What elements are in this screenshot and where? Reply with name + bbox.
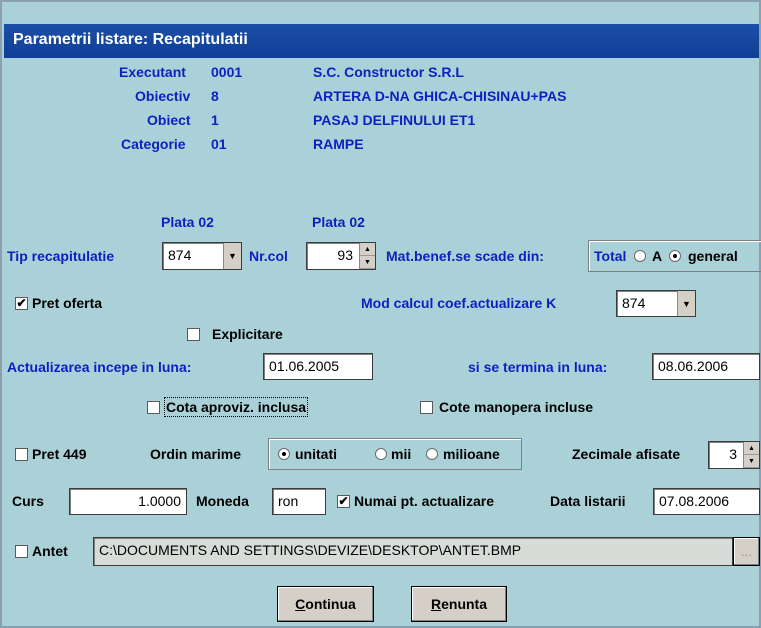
- moneda-value: ron: [278, 493, 299, 509]
- plata-right: Plata 02: [312, 214, 365, 230]
- radio-general[interactable]: [669, 250, 681, 262]
- executant-code: 0001: [211, 64, 243, 80]
- zecimale-value: 3: [729, 446, 737, 462]
- numai-actualizare-checkbox[interactable]: ✔: [337, 495, 350, 508]
- categorie-label: Categorie: [121, 136, 186, 152]
- antet-label: Antet: [32, 543, 68, 559]
- cota-aproviz-checkbox[interactable]: [147, 401, 160, 414]
- actualizare-termina-value: 08.06.2006: [658, 358, 729, 374]
- data-listarii-value: 07.08.2006: [659, 493, 730, 509]
- executant-label: Executant: [119, 64, 186, 80]
- obiect-label: Obiect: [147, 112, 191, 128]
- plata-left: Plata 02: [161, 214, 214, 230]
- mat-benef-label: Mat.benef.se scade din:: [386, 248, 544, 264]
- categorie-code: 01: [211, 136, 227, 152]
- browse-button[interactable]: ...: [733, 537, 760, 566]
- renunta-rest: enunta: [441, 596, 487, 612]
- actualizare-incepe-value: 01.06.2005: [269, 358, 340, 374]
- tip-recapitulatie-select[interactable]: 874 ▼: [162, 242, 242, 270]
- nr-col-value: 93: [337, 247, 353, 263]
- actualizare-termina-label: si se termina in luna:: [468, 359, 608, 375]
- explicitare-label: Explicitare: [212, 326, 283, 342]
- browse-label: ...: [740, 543, 753, 559]
- moneda-label: Moneda: [196, 493, 249, 509]
- curs-input[interactable]: 1.0000: [69, 488, 187, 515]
- radio-unitati-label: unitati: [295, 446, 337, 462]
- cote-manopera-checkbox[interactable]: [420, 401, 433, 414]
- cote-manopera-label: Cote manopera incluse: [439, 399, 594, 415]
- pret-oferta-label: Pret oferta: [32, 295, 103, 311]
- mod-calcul-value: 874: [622, 295, 646, 311]
- triangle-up-icon[interactable]: ▲: [360, 243, 375, 256]
- curs-label: Curs: [12, 493, 44, 509]
- zecimale-spin-buttons[interactable]: ▲ ▼: [743, 442, 759, 468]
- executant-value: S.C. Constructor S.R.L: [313, 64, 464, 80]
- mod-calcul-label: Mod calcul coef.actualizare K: [361, 295, 557, 311]
- data-listarii-input[interactable]: 07.08.2006: [653, 488, 760, 515]
- zecimale-spinner[interactable]: 3 ▲ ▼: [708, 441, 760, 469]
- obiect-value: PASAJ DELFINULUI ET1: [313, 112, 476, 128]
- renunta-accel: R: [430, 596, 442, 612]
- window-title: Parametrii listare: Recapitulatii: [13, 31, 248, 48]
- nr-col-spinner[interactable]: 93 ▲ ▼: [306, 242, 376, 270]
- radio-mii[interactable]: [375, 448, 387, 460]
- radio-milioane[interactable]: [426, 448, 438, 460]
- chevron-down-icon[interactable]: ▼: [677, 291, 695, 316]
- obiectiv-code: 8: [211, 88, 219, 104]
- chevron-down-icon[interactable]: ▼: [223, 243, 241, 269]
- obiect-code: 1: [211, 112, 219, 128]
- actualizare-incepe-label: Actualizarea incepe in luna:: [7, 359, 192, 375]
- title-bar: Parametrii listare: Recapitulatii: [4, 24, 759, 58]
- antet-path-value: C:\DOCUMENTS AND SETTINGS\DEVIZE\DESKTOP…: [99, 542, 522, 558]
- triangle-up-icon[interactable]: ▲: [744, 442, 759, 455]
- radio-mii-label: mii: [391, 446, 412, 462]
- radio-a[interactable]: [634, 250, 646, 262]
- numai-actualizare-label: Numai pt. actualizare: [354, 493, 495, 509]
- categorie-value: RAMPE: [313, 136, 364, 152]
- mat-benef-group-label: Total: [594, 248, 627, 264]
- actualizare-termina-input[interactable]: 08.06.2006: [652, 353, 760, 380]
- moneda-input[interactable]: ron: [272, 488, 326, 515]
- antet-checkbox[interactable]: [15, 545, 28, 558]
- pret449-label: Pret 449: [32, 446, 87, 462]
- tip-recapitulatie-label: Tip recapitulatie: [7, 248, 115, 264]
- obiectiv-label: Obiectiv: [135, 88, 191, 104]
- nr-col-label: Nr.col: [249, 248, 288, 264]
- antet-path-input[interactable]: C:\DOCUMENTS AND SETTINGS\DEVIZE\DESKTOP…: [93, 537, 733, 566]
- cota-aproviz-label: Cota aproviz. inclusa: [163, 397, 309, 417]
- renunta-button[interactable]: Renunta: [411, 586, 507, 622]
- nr-col-spin-buttons[interactable]: ▲ ▼: [359, 243, 375, 269]
- pret449-checkbox[interactable]: [15, 448, 28, 461]
- pret-oferta-checkbox[interactable]: ✔: [15, 297, 28, 310]
- triangle-down-icon[interactable]: ▼: [360, 256, 375, 269]
- radio-unitati[interactable]: [278, 448, 290, 460]
- mod-calcul-select[interactable]: 874 ▼: [616, 290, 696, 317]
- actualizare-incepe-input[interactable]: 01.06.2005: [263, 353, 373, 380]
- radio-milioane-label: milioane: [443, 446, 500, 462]
- continua-rest: ontinua: [305, 596, 356, 612]
- radio-general-label: general: [688, 248, 738, 264]
- dialog-window: Parametrii listare: Recapitulatii Execut…: [0, 0, 761, 628]
- continua-accel: C: [295, 596, 306, 612]
- data-listarii-label: Data listarii: [550, 493, 626, 509]
- tip-recapitulatie-value: 874: [168, 247, 192, 263]
- ordin-marime-label: Ordin marime: [150, 446, 242, 462]
- zecimale-label: Zecimale afisate: [572, 446, 681, 462]
- continua-button[interactable]: Continua: [277, 586, 374, 622]
- curs-value: 1.0000: [138, 493, 181, 509]
- radio-a-label: A: [652, 248, 663, 264]
- obiectiv-value: ARTERA D-NA GHICA-CHISINAU+PAS: [313, 88, 567, 104]
- explicitare-checkbox[interactable]: [187, 328, 200, 341]
- triangle-down-icon[interactable]: ▼: [744, 455, 759, 468]
